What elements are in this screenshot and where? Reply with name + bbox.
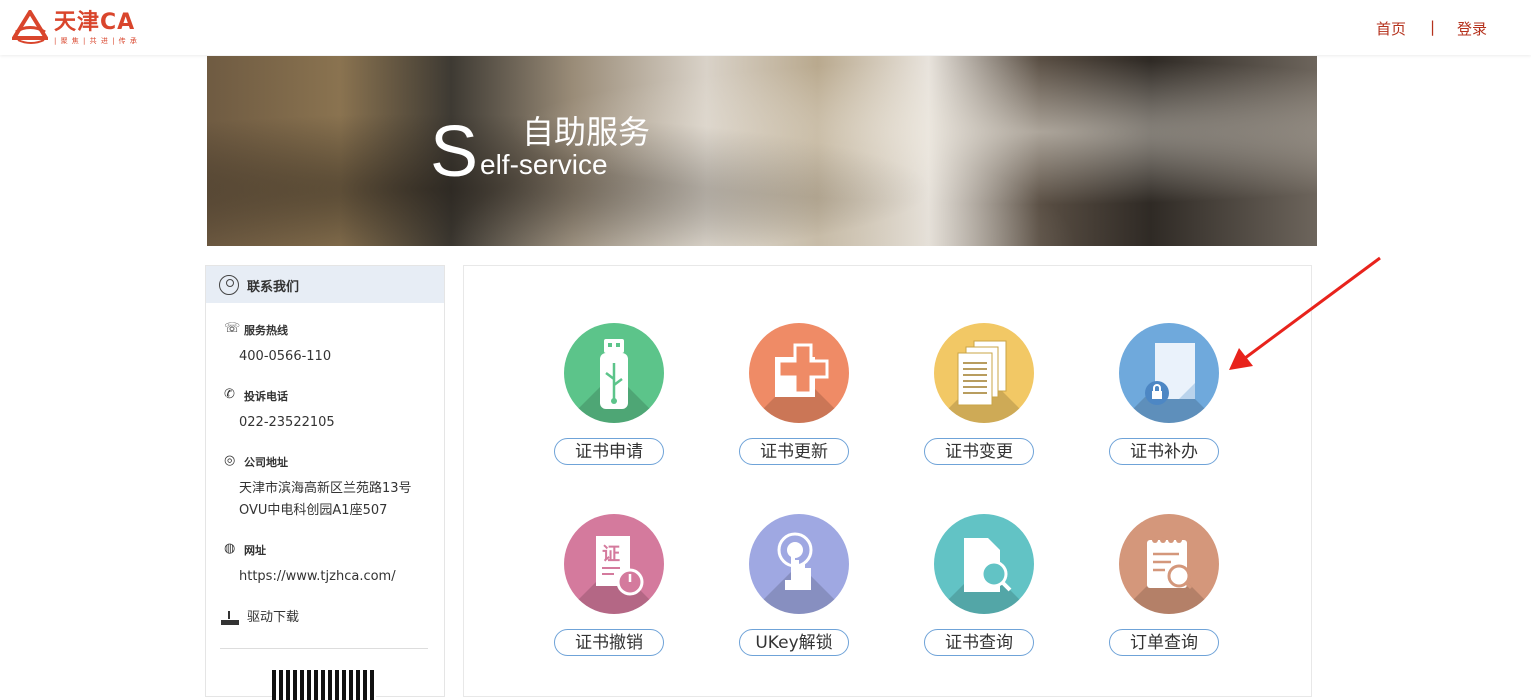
website-value[interactable]: https://www.tjzhca.com/ — [239, 566, 396, 588]
nav-home-link[interactable]: 首页 — [1376, 18, 1406, 38]
logo-tagline: | 聚 焦 | 共 进 | 传 承 — [54, 37, 138, 45]
globe-icon: ◍ — [224, 541, 236, 556]
service-label[interactable]: 证书申请 — [554, 438, 664, 465]
top-header: 天津CA | 聚 焦 | 共 进 | 传 承 首页 | 登录 — [0, 0, 1531, 55]
banner-big-letter: S — [430, 112, 479, 192]
banner-subtitle: elf-service — [480, 149, 608, 180]
logo-mark-icon — [12, 10, 48, 44]
service-tile[interactable]: 证书变更 — [924, 323, 1044, 473]
logo[interactable]: 天津CA | 聚 焦 | 共 进 | 传 承 — [12, 8, 172, 48]
service-label[interactable]: 证书补办 — [1109, 438, 1219, 465]
location-pin-icon: ◎ — [224, 453, 236, 468]
order-search-icon — [1119, 514, 1219, 614]
service-tile[interactable]: 订单查询 — [1109, 514, 1229, 664]
service-tile[interactable]: UKey解锁 — [739, 514, 859, 664]
sidebar-divider — [220, 648, 428, 649]
service-label[interactable]: 证书查询 — [924, 629, 1034, 656]
search-document-icon — [934, 514, 1034, 614]
website-label: ◍ 网址 — [224, 541, 266, 557]
usb-icon — [564, 323, 664, 423]
download-icon — [221, 610, 239, 625]
service-label[interactable]: UKey解锁 — [739, 629, 849, 656]
service-panel: 证书申请 证书更新 证书变更 证书补办 证 证书撤销 UKey解锁 证书查询 订… — [463, 265, 1312, 697]
driver-download-link[interactable]: 驱动下载 — [221, 606, 299, 625]
touch-icon — [749, 514, 849, 614]
telephone-icon: ☏ — [224, 321, 241, 336]
nav-separator: | — [1430, 18, 1436, 36]
certificate-power-icon: 证 — [564, 514, 664, 614]
banner-photo — [207, 56, 1317, 246]
service-label[interactable]: 证书撤销 — [554, 629, 664, 656]
qr-code — [272, 670, 376, 700]
address-line-2: OVU中电科创园A1座507 — [239, 503, 388, 518]
address-block: ◎ 公司地址 天津市滨海高新区兰苑路13号 OVU中电科创园A1座507 — [224, 453, 412, 522]
address-line-1: 天津市滨海高新区兰苑路13号 — [239, 481, 412, 496]
phone-icon: ✆ — [224, 387, 235, 402]
nav-login-link[interactable]: 登录 — [1457, 18, 1487, 38]
contact-sidebar: 联系我们 ☏ 服务热线 400-0566-110 ✆ 投诉电话 022-235221… — [205, 265, 445, 700]
address-value: 天津市滨海高新区兰苑路13号 OVU中电科创园A1座507 — [239, 478, 412, 522]
driver-download-label: 驱动下载 — [247, 610, 300, 625]
service-tile[interactable]: 证书查询 — [924, 514, 1044, 664]
service-tile[interactable]: 证 证书撤销 — [554, 514, 674, 664]
documents-icon — [934, 323, 1034, 423]
service-label[interactable]: 订单查询 — [1109, 629, 1219, 656]
sidebar-header: 联系我们 — [206, 266, 444, 303]
service-label[interactable]: 证书更新 — [739, 438, 849, 465]
logo-name: 天津CA — [54, 10, 136, 35]
hero-banner: S 自助服务 elf-service — [207, 56, 1317, 246]
svg-text:证: 证 — [602, 544, 620, 565]
website-block: ◍ 网址 https://www.tjzhca.com/ — [224, 541, 396, 588]
complaint-block: ✆ 投诉电话 022-23522105 — [224, 387, 335, 434]
service-tile[interactable]: 证书更新 — [739, 323, 859, 473]
complaint-label: ✆ 投诉电话 — [224, 387, 288, 403]
service-label[interactable]: 证书变更 — [924, 438, 1034, 465]
hotline-block: ☏ 服务热线 400-0566-110 — [224, 321, 332, 368]
service-tile[interactable]: 证书补办 — [1109, 323, 1229, 473]
cross-icon — [749, 323, 849, 423]
address-label: ◎ 公司地址 — [224, 453, 288, 469]
hotline-value: 400-0566-110 — [239, 349, 332, 364]
service-tile[interactable]: 证书申请 — [554, 323, 674, 473]
complaint-value: 022-23522105 — [239, 415, 335, 430]
banner-title: 自助服务 — [522, 113, 651, 151]
sidebar-title: 联系我们 — [247, 280, 300, 295]
annotation-arrow-icon — [1229, 256, 1381, 370]
hotline-label: ☏ 服务热线 — [224, 321, 288, 337]
locked-document-icon — [1119, 323, 1219, 423]
contact-icon — [219, 275, 239, 295]
